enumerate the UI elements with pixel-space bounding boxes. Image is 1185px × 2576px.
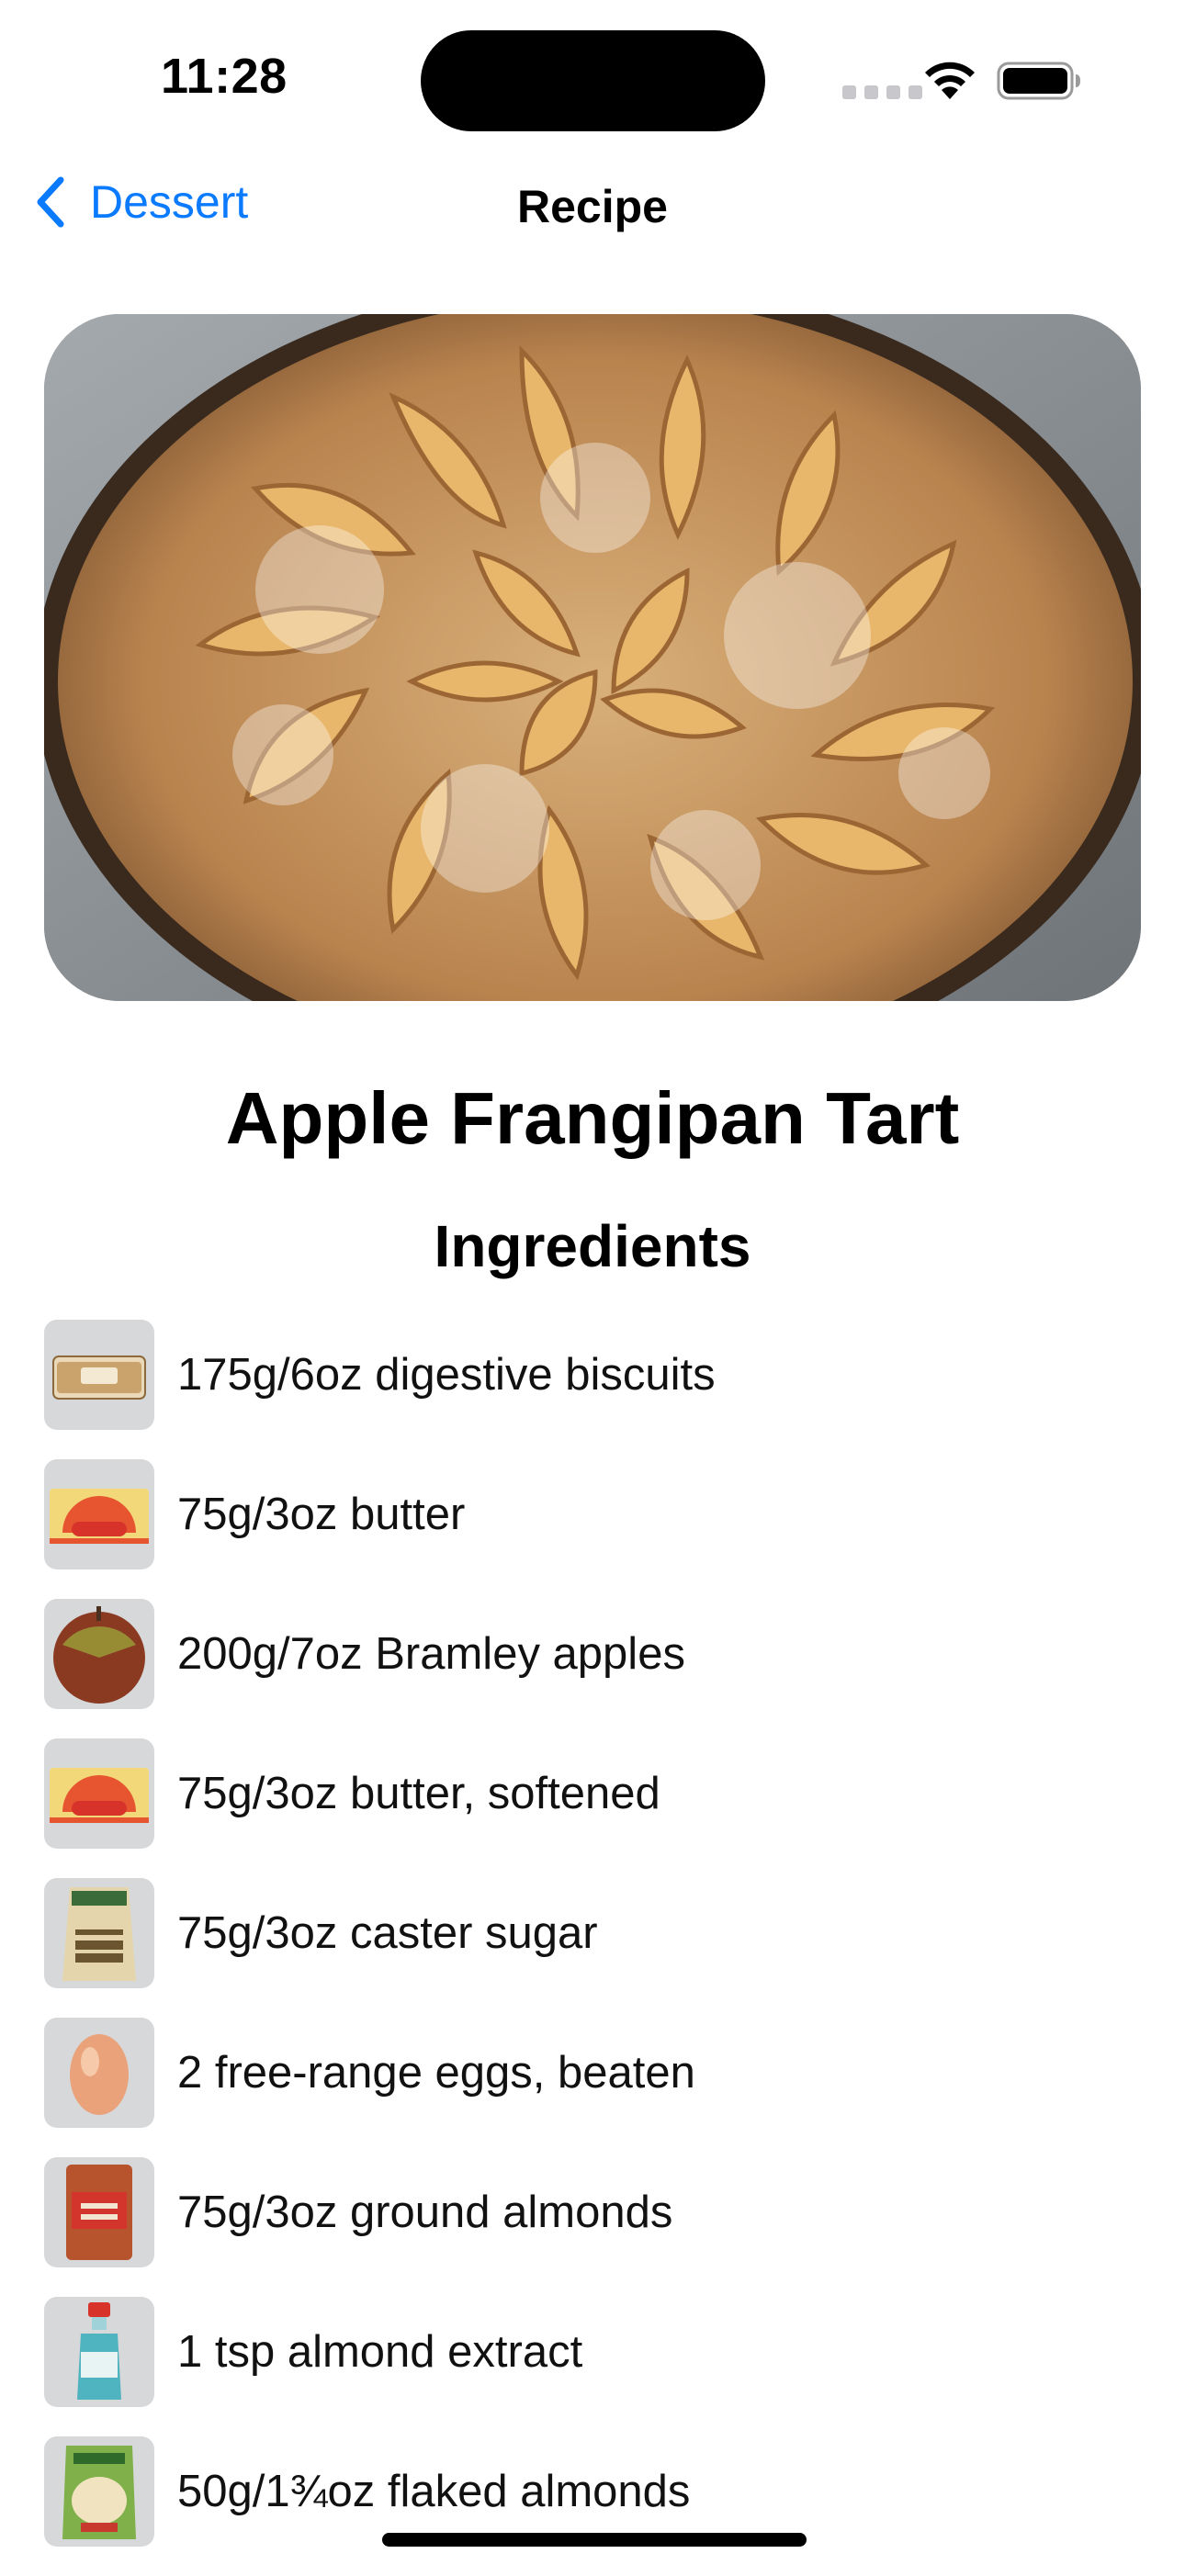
ingredient-row: 2 free-range eggs, beaten — [44, 2018, 1141, 2128]
extract-bottle-thumbnail — [44, 2297, 154, 2407]
caster-sugar-thumbnail — [44, 1878, 154, 1988]
status-time: 11:28 — [161, 49, 288, 104]
ingredients-heading: Ingredients — [434, 1213, 751, 1279]
recipe-title: Apple Frangipan Tart — [225, 1077, 960, 1159]
ingredient-text: 200g/7oz Bramley apples — [177, 1629, 685, 1679]
ingredient-row: 200g/7oz Bramley apples — [44, 1599, 1141, 1709]
battery-icon — [997, 62, 1080, 100]
recipe-hero-image — [44, 314, 1141, 1001]
ingredient-row: 75g/3oz butter — [44, 1459, 1141, 1569]
butter-thumbnail — [44, 1738, 154, 1849]
ingredient-row: 175g/6oz digestive biscuits — [44, 1320, 1141, 1430]
dynamic-island — [421, 30, 765, 131]
ingredients-list: 175g/6oz digestive biscuits 75g/3oz butt… — [44, 1320, 1141, 2576]
home-indicator[interactable] — [382, 2533, 807, 2547]
ingredient-text: 50g/1¾oz flaked almonds — [177, 2467, 691, 2516]
ingredient-text: 175g/6oz digestive biscuits — [177, 1350, 716, 1400]
ingredient-row: 75g/3oz butter, softened — [44, 1738, 1141, 1849]
ingredient-row: 75g/3oz caster sugar — [44, 1878, 1141, 1988]
wifi-icon — [925, 62, 975, 99]
ingredient-text: 2 free-range eggs, beaten — [177, 2048, 695, 2098]
ingredient-text: 75g/3oz caster sugar — [177, 1908, 598, 1958]
cellular-signal-icon — [842, 85, 922, 99]
ingredient-row: 1 tsp almond extract — [44, 2297, 1141, 2407]
ingredient-row: 50g/1¾oz flaked almonds — [44, 2436, 1141, 2547]
flaked-almonds-thumbnail — [44, 2436, 154, 2547]
butter-thumbnail — [44, 1459, 154, 1569]
ingredient-text: 75g/3oz ground almonds — [177, 2188, 673, 2237]
ingredient-text: 75g/3oz butter, softened — [177, 1769, 660, 1818]
egg-thumbnail — [44, 2018, 154, 2128]
ingredient-text: 75g/3oz butter — [177, 1490, 466, 1539]
ingredient-row: 75g/3oz ground almonds — [44, 2157, 1141, 2267]
ingredient-text: 1 tsp almond extract — [177, 2327, 583, 2377]
apple-thumbnail — [44, 1599, 154, 1709]
nav-title: Recipe — [517, 181, 668, 232]
almonds-bag-thumbnail — [44, 2157, 154, 2267]
biscuits-thumbnail — [44, 1320, 154, 1430]
